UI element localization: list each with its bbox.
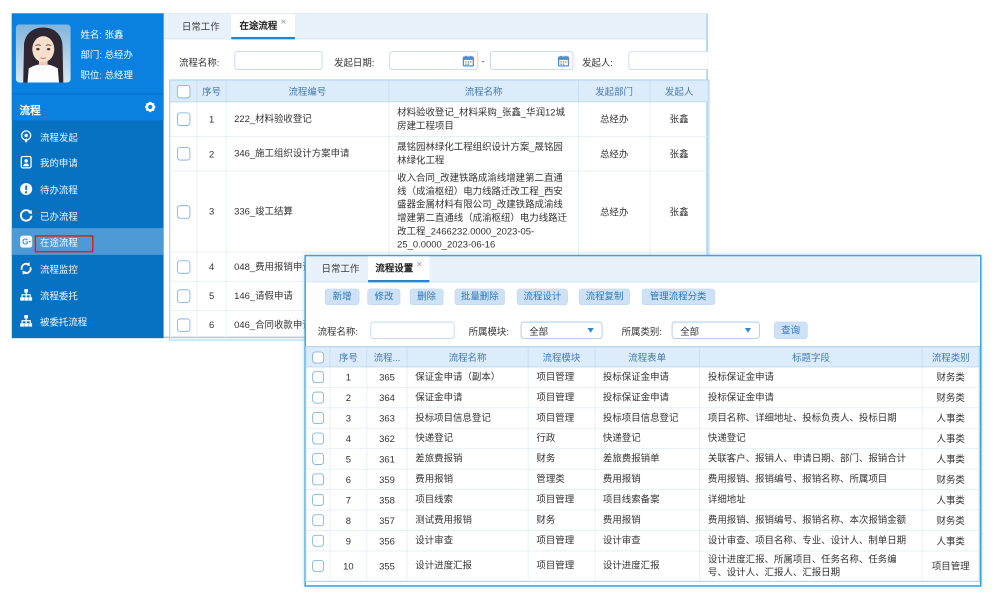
svg-text:G: G	[23, 238, 29, 247]
